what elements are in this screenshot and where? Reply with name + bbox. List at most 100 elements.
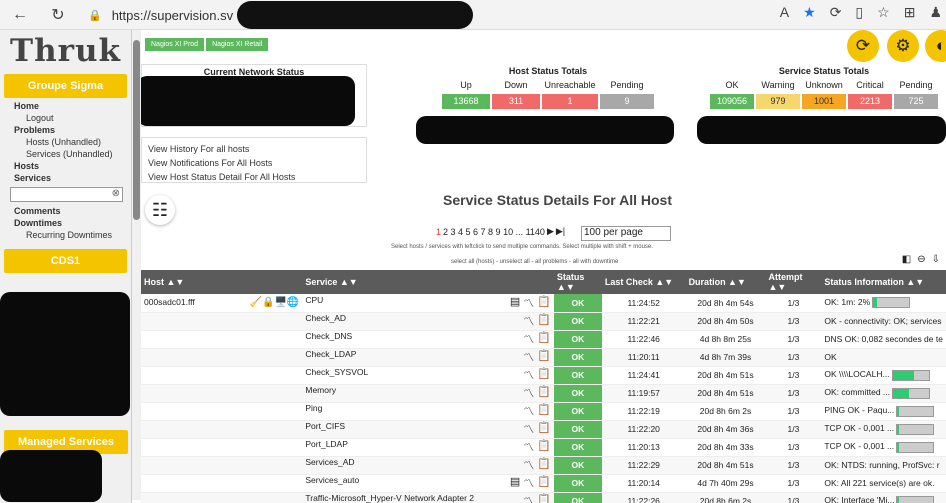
page-current[interactable]: 1 bbox=[436, 227, 441, 237]
notes-icon[interactable]: 📋 bbox=[537, 439, 551, 455]
notes-icon[interactable]: 📋 bbox=[537, 349, 551, 365]
last-page-icon[interactable]: ▶| bbox=[556, 226, 565, 237]
table-row[interactable]: Services_AD 〽 📋 OK 11:22:29 20d 8h 4m 51s 1/3 O… bbox=[141, 456, 946, 475]
sidebar-link[interactable]: Problems bbox=[0, 124, 131, 136]
split-icon[interactable]: ▯ bbox=[855, 4, 863, 21]
table-row[interactable]: Check_LDAP 〽 📋 OK 11:20:11 4d 8h 7m 39s 1/3 OK bbox=[141, 348, 946, 367]
notes-icon[interactable]: 📋 bbox=[537, 403, 551, 419]
host-icons[interactable]: 🧹🔒🖥️🌐 bbox=[250, 297, 300, 308]
notes-icon[interactable]: 📋 bbox=[537, 493, 551, 503]
service-icons[interactable]: 〽 📋 bbox=[523, 385, 551, 401]
extensions-icon[interactable]: ⟳ bbox=[830, 4, 842, 21]
address-bar[interactable]: 🔒 https://supervision.sv bbox=[88, 1, 688, 29]
column-header[interactable]: Attempt ▲▼ bbox=[765, 270, 822, 294]
read-aloud-icon[interactable]: A bbox=[780, 4, 789, 21]
table-row[interactable]: Check_DNS 〽 📋 OK 11:22:46 4d 8h 8m 25s 1/3 DNS … bbox=[141, 330, 946, 349]
column-header[interactable]: Service ▲▼ bbox=[302, 270, 554, 294]
graph-icon[interactable]: 〽 bbox=[523, 313, 534, 329]
table-row[interactable]: Port_LDAP 〽 📋 OK 11:20:13 20d 8h 4m 33s 1/3 TCP… bbox=[141, 438, 946, 457]
graph-icon[interactable]: 〽 bbox=[523, 349, 534, 365]
notifications-link[interactable]: View Notifications For All Hosts bbox=[148, 156, 360, 170]
sidebar-link[interactable]: Home bbox=[0, 100, 131, 112]
graph-icon[interactable]: 〽 bbox=[523, 475, 534, 491]
column-header[interactable]: Host ▲▼ bbox=[141, 270, 303, 294]
filter-icon[interactable]: ☷ bbox=[145, 195, 175, 225]
totals-value[interactable]: 1 bbox=[542, 94, 598, 109]
comment-icon[interactable]: ▤ bbox=[510, 475, 520, 491]
reload-icon[interactable]: ↻ bbox=[46, 3, 70, 27]
export-icon[interactable]: ⇩ bbox=[932, 254, 940, 265]
notes-icon[interactable]: 📋 bbox=[537, 331, 551, 347]
graph-icon[interactable]: 〽 bbox=[523, 439, 534, 455]
service-icons[interactable]: 〽 📋 bbox=[523, 421, 551, 437]
totals-cell[interactable]: Up 13668 bbox=[441, 80, 491, 109]
sidebar-link[interactable]: Downtimes bbox=[0, 217, 131, 229]
notes-icon[interactable]: 📋 bbox=[537, 313, 551, 329]
totals-cell[interactable]: Unknown 1001 bbox=[801, 80, 847, 109]
notes-icon[interactable]: 📋 bbox=[537, 295, 551, 311]
sidebar-search-input[interactable]: ⊗ bbox=[10, 187, 123, 202]
totals-value[interactable]: 2213 bbox=[848, 94, 892, 109]
totals-value[interactable]: 979 bbox=[756, 94, 800, 109]
notes-icon[interactable]: 📋 bbox=[537, 457, 551, 473]
sidebar-link[interactable]: Services (Unhandled) bbox=[0, 148, 131, 160]
service-icons[interactable]: ▤ 〽 📋 bbox=[510, 475, 551, 491]
gear-icon[interactable]: ⚙ bbox=[887, 30, 919, 62]
totals-value[interactable]: 1001 bbox=[802, 94, 846, 109]
service-icons[interactable]: 〽 📋 bbox=[523, 493, 551, 503]
per-page-select[interactable]: 100 per page bbox=[581, 226, 671, 241]
table-row[interactable]: Check_SYSVOL 〽 📋 OK 11:24:41 20d 8h 4m 51s 1/3… bbox=[141, 366, 946, 385]
graph-icon[interactable]: 〽 bbox=[523, 493, 534, 503]
table-row[interactable]: Port_CIFS 〽 📋 OK 11:22:20 20d 8h 4m 36s 1/3 TCP… bbox=[141, 420, 946, 439]
graph-icon[interactable]: 〽 bbox=[523, 457, 534, 473]
graph-icon[interactable]: 〽 bbox=[523, 421, 534, 437]
service-icons[interactable]: 〽 📋 bbox=[523, 403, 551, 419]
selection-links[interactable]: select all (hosts) - unselect all - all … bbox=[451, 259, 618, 265]
graph-icon[interactable]: 〽 bbox=[523, 367, 534, 383]
service-icons[interactable]: 〽 📋 bbox=[523, 457, 551, 473]
sidebar-link[interactable]: Services bbox=[0, 172, 131, 184]
totals-value[interactable]: 9 bbox=[600, 94, 654, 109]
columns-icon[interactable]: ◧ bbox=[902, 254, 911, 265]
totals-value[interactable]: 109056 bbox=[710, 94, 754, 109]
graph-icon[interactable]: 〽 bbox=[523, 403, 534, 419]
graph-icon[interactable]: 〽 bbox=[523, 331, 534, 347]
totals-cell[interactable]: Pending 725 bbox=[893, 80, 939, 109]
back-icon[interactable]: ← bbox=[8, 3, 32, 27]
sidebar-scrollbar-thumb[interactable] bbox=[133, 40, 140, 220]
service-icons[interactable]: ▤ 〽 📋 bbox=[510, 295, 551, 311]
table-row[interactable]: Services_auto ▤ 〽 📋 OK 11:20:14 4d 7h 40m 29s 1… bbox=[141, 474, 946, 493]
totals-value[interactable]: 13668 bbox=[442, 94, 490, 109]
table-row[interactable]: Ping 〽 📋 OK 11:22:19 20d 8h 6m 2s 1/3 PING OK -… bbox=[141, 402, 946, 421]
collections-icon[interactable]: ⊞ bbox=[904, 4, 916, 21]
totals-cell[interactable]: Unreachable 1 bbox=[541, 80, 599, 109]
service-icons[interactable]: 〽 📋 bbox=[523, 439, 551, 455]
refresh-icon[interactable]: ⟳ bbox=[847, 30, 879, 62]
totals-cell[interactable]: Down 311 bbox=[491, 80, 541, 109]
totals-cell[interactable]: Critical 2213 bbox=[847, 80, 893, 109]
notes-icon[interactable]: 📋 bbox=[537, 421, 551, 437]
favorites-icon[interactable]: ☆ bbox=[877, 4, 890, 21]
link-icon[interactable]: ⊖ bbox=[917, 254, 925, 265]
graph-icon[interactable]: 〽 bbox=[523, 295, 534, 311]
history-link[interactable]: View History For all hosts bbox=[148, 142, 360, 156]
comment-icon[interactable]: ▤ bbox=[510, 295, 520, 311]
table-row[interactable]: Memory 〽 📋 OK 11:19:57 20d 8h 4m 51s 1/3 OK: co… bbox=[141, 384, 946, 403]
sidebar-link[interactable]: Recurring Downtimes bbox=[0, 229, 131, 241]
totals-cell[interactable]: OK 109056 bbox=[709, 80, 755, 109]
notes-icon[interactable]: 📋 bbox=[537, 367, 551, 383]
sidebar-group-sigma[interactable]: Groupe Sigma bbox=[4, 74, 127, 98]
profile-icon[interactable]: ♟ bbox=[929, 4, 942, 21]
service-icons[interactable]: 〽 📋 bbox=[523, 313, 551, 329]
sidebar-link[interactable]: Comments bbox=[0, 205, 131, 217]
totals-cell[interactable]: Pending 9 bbox=[599, 80, 655, 109]
next-page-icon[interactable]: ▶ bbox=[547, 226, 554, 237]
column-header[interactable]: Last Check ▲▼ bbox=[601, 270, 686, 294]
graph-icon[interactable]: 〽 bbox=[523, 385, 534, 401]
favorite-star-icon[interactable]: ★ bbox=[803, 4, 816, 21]
service-icons[interactable]: 〽 📋 bbox=[523, 367, 551, 383]
backend-button[interactable]: Nagios XI Prod bbox=[145, 37, 205, 51]
column-header[interactable]: Status Information ▲▼ bbox=[821, 270, 946, 294]
column-header[interactable]: Status ▲▼ bbox=[553, 270, 602, 294]
table-row[interactable]: 000sadc01.fff 🧹🔒🖥️🌐 CPU ▤ 〽 📋 OK 11:24:52 20d 8h… bbox=[141, 294, 946, 313]
